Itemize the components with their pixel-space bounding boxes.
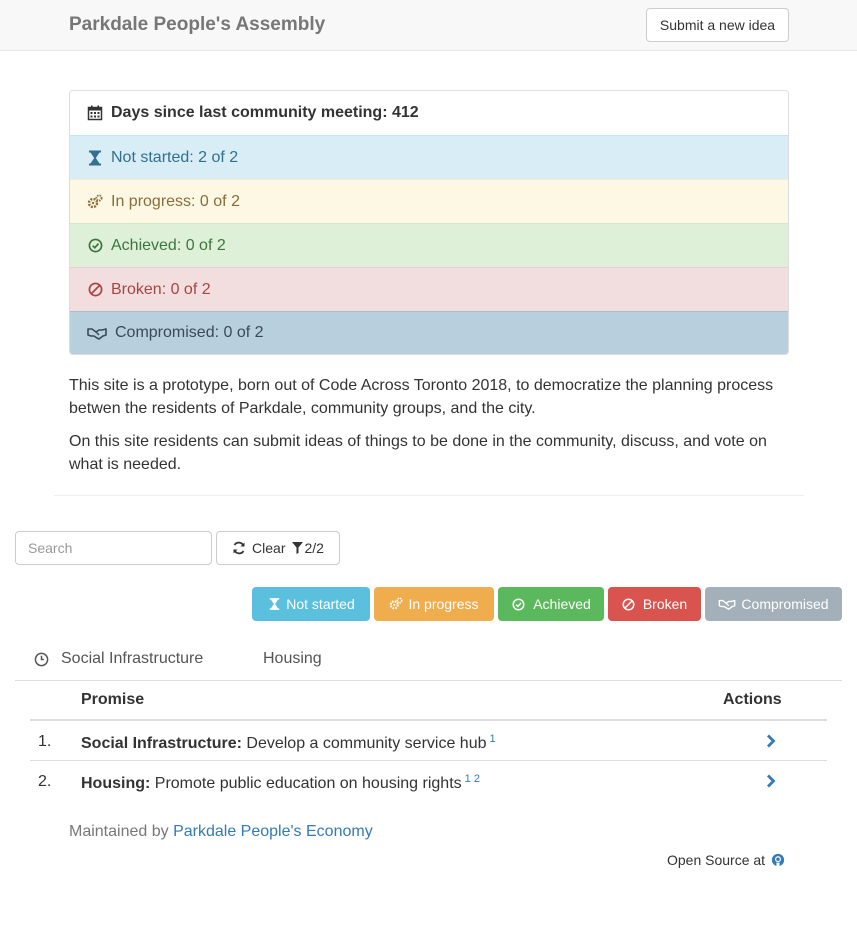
filter-count: 2/2	[291, 540, 324, 556]
in-progress-text: In progress: 0 of 2	[111, 192, 240, 210]
promise-refs[interactable]: 1	[490, 733, 496, 745]
search-input[interactable]	[15, 531, 212, 565]
filter-in-progress-button[interactable]: In progress	[374, 587, 494, 621]
status-summary-panel: Days since last community meeting: 412 N…	[69, 90, 789, 355]
row-number: 1.	[38, 733, 52, 750]
filter-count-text: 2/2	[304, 540, 324, 556]
filter-not-started-label: Not started	[286, 596, 355, 612]
days-since-meeting-text: Days since last community meeting: 412	[111, 104, 419, 121]
open-source-link[interactable]: Open Source at	[667, 852, 793, 868]
check-circle-icon	[87, 238, 103, 254]
promise-text: Housing: Promote public education on hou…	[81, 773, 480, 793]
filter-not-started-button[interactable]: Not started	[252, 587, 370, 621]
hourglass-icon	[87, 150, 103, 166]
promise-column-header: Promise	[81, 691, 145, 708]
compromised-text: Compromised: 0 of 2	[115, 324, 264, 341]
chevron-right-icon[interactable]	[763, 733, 779, 749]
filter-compromised-button[interactable]: Compromised	[705, 587, 842, 621]
handshake-icon	[718, 597, 736, 611]
hourglass-icon	[267, 597, 281, 611]
promise-category: Social Infrastructure:	[81, 735, 242, 752]
actions-column-header: Actions	[723, 691, 782, 708]
site-brand[interactable]: Parkdale People's Assembly	[69, 14, 325, 36]
filter-broken-button[interactable]: Broken	[608, 587, 701, 621]
clear-filters-button[interactable]: Clear 2/2	[216, 531, 340, 565]
filter-achieved-button[interactable]: Achieved	[498, 587, 604, 621]
promise-title[interactable]: Develop a community service hub	[246, 735, 486, 752]
promise-refs[interactable]: 1 2	[465, 773, 480, 785]
check-circle-icon	[511, 597, 525, 611]
days-since-meeting-row: Days since last community meeting: 412	[70, 91, 788, 135]
promise-text: Social Infrastructure: Develop a communi…	[81, 733, 496, 753]
footer-maintained-by: Maintained by Parkdale People's Economy	[69, 823, 373, 841]
site-description: This site is a prototype, born out of Co…	[69, 377, 774, 417]
achieved-row: Achieved: 0 of 2	[70, 223, 788, 267]
maintained-prefix: Maintained by	[69, 823, 169, 840]
filter-compromised-label: Compromised	[741, 596, 829, 612]
filter-icon	[291, 542, 303, 554]
ban-icon	[622, 597, 636, 611]
broken-row: Broken: 0 of 2	[70, 267, 788, 311]
row-number: 2.	[38, 773, 52, 790]
filter-broken-label: Broken	[642, 596, 688, 612]
open-source-label: Open Source at	[667, 852, 766, 868]
not-started-text: Not started: 2 of 2	[111, 148, 239, 166]
site-purpose: On this site residents can submit ideas …	[69, 433, 767, 473]
achieved-text: Achieved: 0 of 2	[111, 236, 226, 254]
filter-achieved-label: Achieved	[533, 596, 591, 612]
promise-category: Housing:	[81, 775, 151, 792]
tab-divider	[15, 680, 842, 681]
not-started-row: Not started: 2 of 2	[70, 135, 788, 179]
gears-icon	[87, 194, 103, 210]
maintainer-link[interactable]: Parkdale People's Economy	[173, 823, 373, 840]
compromised-row: Compromised: 0 of 2	[70, 311, 788, 354]
calendar-icon	[87, 105, 103, 121]
chevron-right-icon[interactable]	[763, 773, 779, 789]
submit-new-idea-button[interactable]: Submit a new idea	[646, 8, 789, 42]
promise-title[interactable]: Promote public education on housing righ…	[155, 775, 462, 792]
tab-housing-label: Housing	[263, 650, 322, 667]
ban-icon	[87, 282, 103, 298]
broken-text: Broken: 0 of 2	[111, 280, 211, 298]
gears-icon	[389, 597, 404, 611]
clear-label: Clear	[252, 540, 286, 556]
clock-icon	[33, 651, 49, 667]
tab-social-infrastructure-label: Social Infrastructure	[61, 650, 204, 667]
handshake-icon	[87, 325, 107, 341]
table-row: 2. Housing: Promote public education on …	[30, 761, 827, 801]
in-progress-row: In progress: 0 of 2	[70, 179, 788, 223]
refresh-icon	[232, 541, 246, 555]
table-row: 1. Social Infrastructure: Develop a comm…	[30, 721, 827, 761]
navbar: Parkdale People's Assembly Submit a new …	[0, 0, 857, 51]
filter-in-progress-label: In progress	[408, 596, 479, 612]
divider	[54, 495, 804, 496]
tab-social-infrastructure[interactable]: Social Infrastructure	[33, 650, 203, 668]
github-icon[interactable]	[771, 853, 785, 867]
tab-housing[interactable]: Housing	[263, 650, 322, 668]
